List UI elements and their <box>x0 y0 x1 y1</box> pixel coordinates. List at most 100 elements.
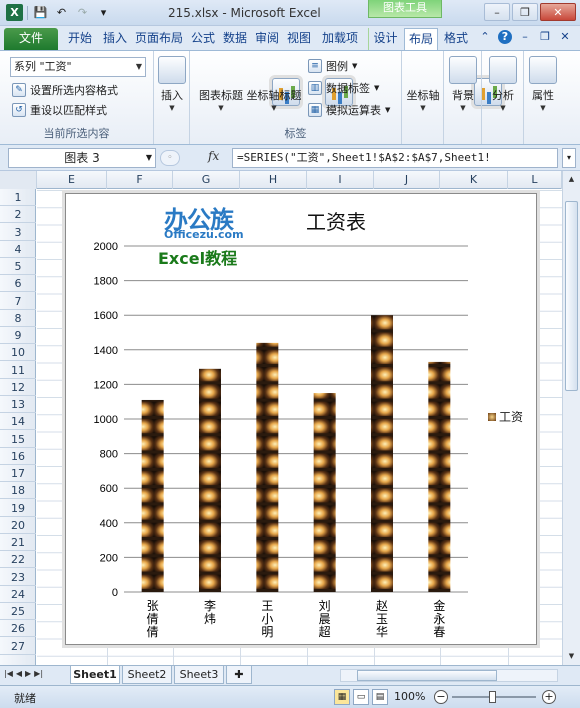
row-header[interactable]: 5 <box>0 258 36 275</box>
name-box[interactable]: 图表 3 ▼ <box>8 148 156 168</box>
chart-title-button[interactable]: 图表标题 ▼ <box>196 56 300 112</box>
properties-button[interactable]: 属性 ▼ <box>528 56 558 112</box>
doc-close-icon[interactable]: ✕ <box>558 30 572 44</box>
prev-sheet-icon[interactable]: ◀ <box>16 669 22 678</box>
customize-qat-icon[interactable]: ▾ <box>95 4 112 21</box>
first-sheet-icon[interactable]: |◀ <box>4 669 13 678</box>
doc-restore-icon[interactable]: ❐ <box>538 30 552 44</box>
doc-minimize-icon[interactable]: – <box>518 30 532 44</box>
zoom-slider-knob[interactable] <box>489 691 496 703</box>
row-header[interactable]: 2 <box>0 206 36 224</box>
tab-page-layout[interactable]: 页面布局 <box>132 28 186 50</box>
column-header[interactable]: I <box>307 171 374 189</box>
tab-layout[interactable]: 布局 <box>404 28 438 50</box>
data-table-button[interactable]: ▦ 模拟运算表 ▼ <box>308 101 390 119</box>
tab-view[interactable]: 视图 <box>284 28 314 50</box>
tab-format[interactable]: 格式 <box>440 28 472 50</box>
reset-style-button[interactable]: ↺ 重设以匹配样式 <box>12 101 107 119</box>
help-icon[interactable]: ? <box>498 30 512 44</box>
bar[interactable] <box>313 393 336 592</box>
tab-data[interactable]: 数据 <box>220 28 250 50</box>
zoom-level[interactable]: 100% <box>394 690 425 703</box>
row-header[interactable]: 24 <box>0 586 36 603</box>
row-header[interactable]: 18 <box>0 482 36 500</box>
row-header[interactable]: 11 <box>0 362 36 379</box>
row-header[interactable]: 23 <box>0 569 36 586</box>
zoom-in-icon[interactable]: + <box>542 690 556 704</box>
column-header[interactable]: E <box>37 171 107 189</box>
row-header[interactable]: 3 <box>0 224 36 241</box>
row-header[interactable]: 17 <box>0 465 36 482</box>
row-header[interactable]: 12 <box>0 379 36 396</box>
tab-insert[interactable]: 插入 <box>100 28 130 50</box>
vertical-scrollbar[interactable]: ▲ ▼ <box>562 171 580 665</box>
row-header[interactable]: 20 <box>0 517 36 534</box>
row-header[interactable]: 27 <box>0 638 36 655</box>
bar[interactable] <box>371 315 393 592</box>
row-header[interactable]: 22 <box>0 551 36 569</box>
minimize-button[interactable]: – <box>484 3 510 21</box>
horizontal-scroll-thumb[interactable] <box>357 670 497 681</box>
undo-icon[interactable]: ↶ <box>53 4 70 21</box>
page-break-view-icon[interactable]: ▤ <box>372 689 388 705</box>
row-header[interactable]: 4 <box>0 241 36 258</box>
column-header[interactable]: H <box>240 171 307 189</box>
insert-button[interactable]: 插入 ▼ <box>158 56 186 112</box>
chart-object[interactable]: 工资表 办公族 Officezu.com Excel教程 0 200 400 600 8… <box>65 193 537 645</box>
row-header[interactable]: 19 <box>0 500 36 517</box>
page-layout-view-icon[interactable]: ▭ <box>353 689 369 705</box>
sheet-tab-sheet1[interactable]: Sheet1 <box>70 666 120 684</box>
row-header[interactable]: 10 <box>0 344 36 362</box>
bar[interactable] <box>141 399 164 592</box>
bar[interactable] <box>256 342 279 592</box>
axis-titles-button[interactable]: 坐标轴标题 ▼ <box>246 56 353 112</box>
select-all-corner[interactable] <box>0 171 37 189</box>
excel-logo-icon[interactable]: X <box>6 4 23 21</box>
background-button[interactable]: 背景 ▼ <box>448 56 478 112</box>
format-selection-button[interactable]: ✎ 设置所选内容格式 <box>12 81 118 99</box>
normal-view-icon[interactable]: ▦ <box>334 689 350 705</box>
column-header[interactable]: F <box>107 171 173 189</box>
row-header[interactable]: 21 <box>0 534 36 551</box>
row-header[interactable]: 13 <box>0 396 36 413</box>
collapse-ribbon-icon[interactable]: ⌃ <box>478 30 492 44</box>
formula-bar-resize-icon[interactable]: ◦ <box>160 150 180 166</box>
axes-button[interactable]: 坐标轴 ▼ <box>404 56 502 112</box>
horizontal-scrollbar[interactable] <box>340 669 558 682</box>
column-header[interactable]: L <box>508 171 562 189</box>
tab-design[interactable]: 设计 <box>368 28 402 50</box>
restore-button[interactable]: ❐ <box>512 3 538 21</box>
zoom-out-icon[interactable]: − <box>434 690 448 704</box>
bar[interactable] <box>428 361 451 592</box>
row-header[interactable]: 14 <box>0 413 36 431</box>
row-header[interactable]: 26 <box>0 620 36 638</box>
redo-icon[interactable]: ↷ <box>74 4 91 21</box>
row-header[interactable]: 1 <box>0 189 36 206</box>
formula-input[interactable]: =SERIES("工资",Sheet1!$A$2:$A$7,Sheet1! <box>232 148 558 168</box>
row-header[interactable]: 9 <box>0 327 36 344</box>
tab-addins[interactable]: 加载项 <box>318 28 362 50</box>
chart-legend[interactable]: 工资 <box>488 408 523 425</box>
expand-formula-bar-icon[interactable]: ▾ <box>562 148 576 168</box>
column-header[interactable]: J <box>374 171 440 189</box>
vertical-scroll-thumb[interactable] <box>565 201 578 391</box>
data-labels-button[interactable]: ▥ 数据标签 ▼ <box>308 79 379 97</box>
sheet-tab-sheet2[interactable]: Sheet2 <box>122 666 172 684</box>
tab-home[interactable]: 开始 <box>62 28 98 50</box>
tab-review[interactable]: 审阅 <box>252 28 282 50</box>
row-header[interactable]: 15 <box>0 431 36 448</box>
tab-formulas[interactable]: 公式 <box>188 28 218 50</box>
column-header[interactable]: G <box>173 171 240 189</box>
scroll-up-icon[interactable]: ▲ <box>565 173 578 186</box>
row-header[interactable]: 7 <box>0 293 36 310</box>
insert-function-button[interactable]: fx <box>208 149 219 163</box>
save-icon[interactable]: 💾 <box>32 4 49 21</box>
row-header[interactable]: 6 <box>0 275 36 293</box>
tab-file[interactable]: 文件 <box>4 28 58 50</box>
analysis-button[interactable]: 分析 ▼ <box>488 56 518 112</box>
bar[interactable] <box>199 368 221 592</box>
next-sheet-icon[interactable]: ▶ <box>25 669 31 678</box>
column-header[interactable]: K <box>440 171 508 189</box>
row-header[interactable]: 25 <box>0 603 36 620</box>
last-sheet-icon[interactable]: ▶| <box>34 669 43 678</box>
